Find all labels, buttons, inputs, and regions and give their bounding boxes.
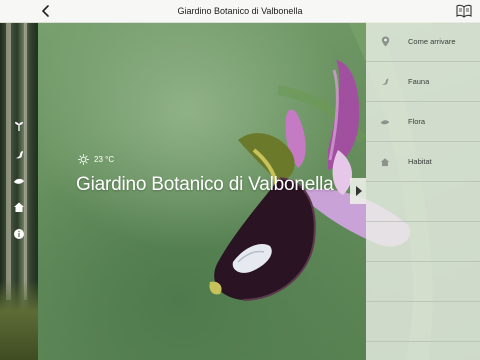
menu-item-label: Flora bbox=[408, 117, 426, 126]
guide-book-button[interactable] bbox=[456, 4, 472, 18]
bird-icon bbox=[380, 77, 390, 87]
menu-item-label: Come arrivare bbox=[408, 37, 456, 46]
bird-icon bbox=[15, 151, 23, 159]
info-icon bbox=[14, 229, 24, 239]
leaf-icon bbox=[380, 117, 390, 127]
forest-floor bbox=[0, 280, 38, 360]
menu-item-flora[interactable]: Flora bbox=[366, 102, 480, 142]
sun-icon bbox=[78, 154, 89, 165]
location-pin-icon bbox=[380, 36, 390, 47]
open-book-icon bbox=[456, 4, 472, 18]
back-button[interactable] bbox=[38, 3, 54, 19]
hero-title: Giardino Botanico di Valbonella bbox=[76, 174, 334, 195]
tree-trunk bbox=[6, 0, 11, 300]
weather-widget: 23 °C bbox=[78, 154, 114, 165]
menu-divider bbox=[366, 221, 480, 222]
rail-habitat-button[interactable] bbox=[13, 201, 25, 213]
leaf-icon bbox=[14, 178, 24, 184]
menu-divider bbox=[366, 341, 480, 342]
plant-icon bbox=[15, 122, 23, 131]
side-menu-panel: Come arrivare Fauna Flora Habitat bbox=[366, 22, 480, 360]
rail-plant-button[interactable] bbox=[13, 120, 25, 132]
menu-collapse-tab[interactable] bbox=[350, 178, 366, 204]
menu-item-label: Fauna bbox=[408, 77, 430, 86]
home-icon bbox=[14, 202, 24, 212]
temperature-label: 23 °C bbox=[94, 155, 115, 164]
home-icon bbox=[380, 157, 390, 167]
chevron-left-icon bbox=[42, 5, 49, 17]
menu-divider bbox=[366, 261, 480, 262]
rail-info-button[interactable] bbox=[13, 228, 25, 240]
top-bar: Giardino Botanico di Valbonella bbox=[0, 0, 480, 23]
menu-item-fauna[interactable]: Fauna bbox=[366, 62, 480, 102]
menu-item-habitat[interactable]: Habitat bbox=[366, 142, 480, 182]
menu-divider bbox=[366, 301, 480, 302]
menu-item-label: Habitat bbox=[408, 157, 432, 166]
rail-flora-button[interactable] bbox=[13, 175, 25, 187]
page-title: Giardino Botanico di Valbonella bbox=[177, 6, 303, 16]
menu-item-come-arrivare[interactable]: Come arrivare bbox=[366, 22, 480, 62]
rail-fauna-button[interactable] bbox=[13, 149, 25, 161]
caret-right-icon bbox=[355, 186, 362, 196]
